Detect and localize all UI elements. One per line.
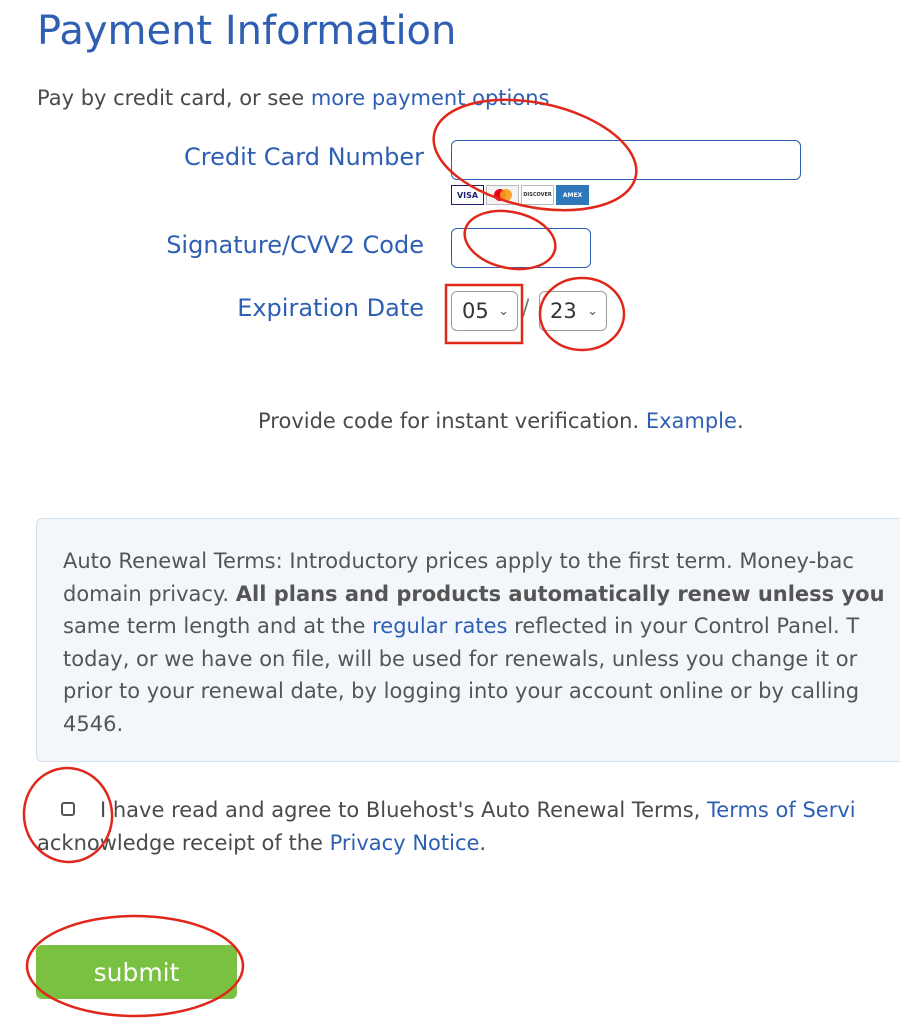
intro-label: Pay by credit card, or see xyxy=(37,86,311,110)
agreement-text: acknowledge receipt of the xyxy=(37,831,330,855)
cvv-input[interactable] xyxy=(451,228,591,268)
regular-rates-link[interactable]: regular rates xyxy=(372,614,507,638)
terms-line: Auto Renewal Terms: Introductory prices … xyxy=(63,549,854,573)
exp-month-select[interactable]: 05 ⌄ xyxy=(451,291,518,331)
card-number-label: Credit Card Number xyxy=(184,143,424,171)
terms-text: same term length and at the xyxy=(63,614,373,638)
help-text: Provide code for instant verification. xyxy=(258,409,646,433)
terms-of-service-link[interactable]: Terms of Servi xyxy=(707,798,856,822)
terms-bold-text: All plans and products automatically ren… xyxy=(235,581,885,606)
privacy-notice-link[interactable]: Privacy Notice xyxy=(330,831,480,855)
exp-year-value: 23 xyxy=(550,299,577,323)
help-suffix: . xyxy=(736,409,744,433)
example-link[interactable]: Example xyxy=(646,409,737,433)
terms-line: prior to your renewal date, by logging i… xyxy=(63,679,860,703)
terms-line: domain privacy. All plans and products a… xyxy=(63,578,900,611)
amex-logo: AMEX xyxy=(556,185,589,205)
agreement-text: I have read and agree to Bluehost's Auto… xyxy=(100,798,708,822)
card-logos: VISA DISCOVER AMEX xyxy=(451,185,589,205)
discover-logo: DISCOVER xyxy=(521,185,554,205)
agreement-suffix: . xyxy=(479,831,487,855)
expiration-label: Expiration Date xyxy=(237,294,424,322)
mastercard-circles-icon xyxy=(493,189,512,201)
submit-button[interactable]: submit xyxy=(36,945,237,999)
terms-text: domain privacy. xyxy=(63,581,236,606)
terms-text: reflected in your Control Panel. T xyxy=(507,614,860,638)
exp-month-value: 05 xyxy=(462,299,489,323)
chevron-down-icon: ⌄ xyxy=(587,303,598,319)
terms-line: today, or we have on file, will be used … xyxy=(63,646,858,671)
exp-separator: / xyxy=(522,296,530,321)
cvv-label: Signature/CVV2 Code xyxy=(166,231,424,259)
more-payment-options-link[interactable]: more payment options xyxy=(311,86,550,110)
card-number-input[interactable] xyxy=(451,140,801,180)
verification-help: Provide code for instant verification. E… xyxy=(258,409,744,433)
chevron-down-icon: ⌄ xyxy=(498,303,509,319)
mastercard-logo xyxy=(486,185,519,205)
amex-logo-text: AMEX xyxy=(562,191,583,199)
visa-logo-text: VISA xyxy=(456,190,479,200)
exp-year-select[interactable]: 23 ⌄ xyxy=(539,291,607,331)
agree-checkbox[interactable] xyxy=(61,802,75,816)
intro-text: Pay by credit card, or see more payment … xyxy=(37,86,549,110)
auto-renewal-terms-box: Auto Renewal Terms: Introductory prices … xyxy=(36,518,900,762)
discover-logo-text: DISCOVER xyxy=(523,192,552,198)
page-title: Payment Information xyxy=(37,8,457,54)
agreement-line-1: I have read and agree to Bluehost's Auto… xyxy=(100,798,856,822)
terms-line: same term length and at the regular rate… xyxy=(63,610,900,643)
visa-logo: VISA xyxy=(451,185,484,205)
agreement-line-2: acknowledge receipt of the Privacy Notic… xyxy=(37,831,486,855)
terms-line: 4546. xyxy=(63,711,124,736)
